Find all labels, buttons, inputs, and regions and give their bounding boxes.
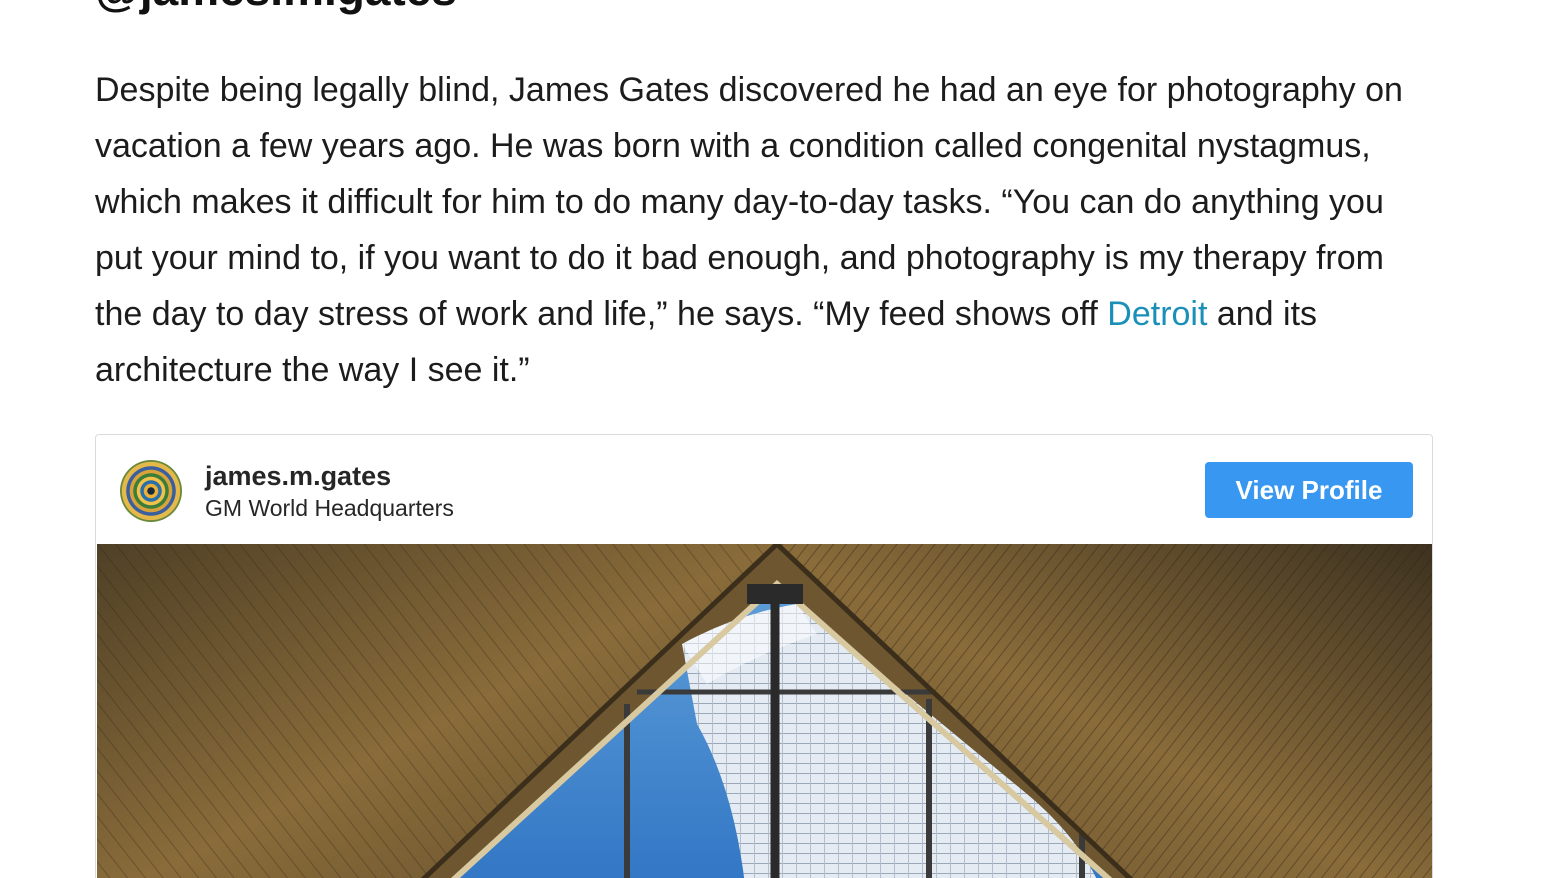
avatar[interactable] xyxy=(120,460,182,522)
embed-header: james.m.gates GM World Headquarters View… xyxy=(96,435,1432,545)
embed-photo[interactable] xyxy=(97,544,1433,878)
article-paragraph: Despite being legally blind, James Gates… xyxy=(95,62,1440,398)
embed-location[interactable]: GM World Headquarters xyxy=(205,494,454,522)
paragraph-text-before-link: Despite being legally blind, James Gates… xyxy=(95,71,1403,333)
article-heading: @james.m.gates xyxy=(95,0,457,16)
embed-username[interactable]: james.m.gates xyxy=(205,459,391,493)
instagram-embed: james.m.gates GM World Headquarters View… xyxy=(95,434,1433,878)
detroit-link[interactable]: Detroit xyxy=(1107,295,1207,333)
view-profile-button[interactable]: View Profile xyxy=(1205,462,1413,518)
